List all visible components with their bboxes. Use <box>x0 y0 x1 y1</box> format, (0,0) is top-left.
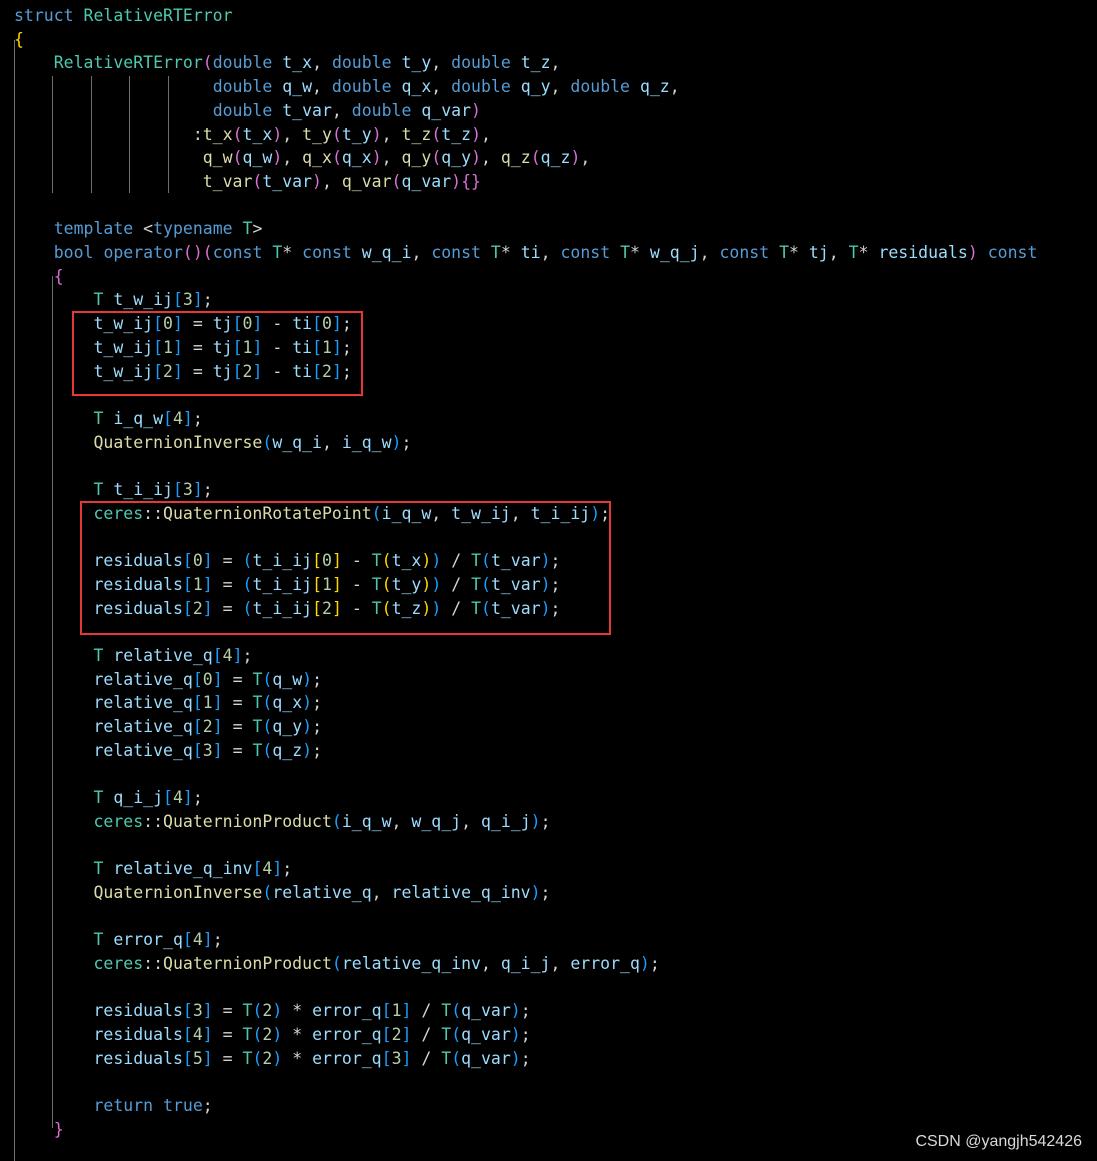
highlight-box-residuals <box>80 501 611 635</box>
code-editor[interactable]: struct RelativeRTError { RelativeRTError(… <box>0 0 1097 1161</box>
code-line: t_var(t_var), q_var(q_var){} <box>202 171 481 191</box>
code-line: relative_q[1] = T(q_x); <box>93 693 323 713</box>
highlight-box-translation <box>72 311 363 396</box>
code-line: struct RelativeRTError <box>14 6 233 25</box>
code-line: template <typename T> <box>53 219 263 239</box>
code-line: T t_i_ij[3]; <box>93 480 213 499</box>
code-line: QuaternionInverse(w_q_i, i_q_w); <box>93 432 412 452</box>
code-line: :t_x(t_x), t_y(t_y), t_z(t_z), <box>192 124 491 144</box>
code-line: residuals[5] = T(2) * error_q[3] / T(q_v… <box>93 1048 531 1068</box>
code-line: T error_q[4]; <box>93 930 223 950</box>
code-line: ceres::QuaternionProduct(i_q_w, w_q_j, q… <box>93 811 551 831</box>
code-line: relative_q[0] = T(q_w); <box>93 669 323 689</box>
code-line: { <box>14 29 24 49</box>
code-line: T t_w_ij[3]; <box>93 290 213 310</box>
code-line: { <box>53 266 64 286</box>
code-line: QuaternionInverse(relative_q, relative_q… <box>93 882 551 902</box>
watermark: CSDN @yangjh542426 <box>915 1133 1082 1150</box>
code-line: bool operator()(const T* const w_q_i, co… <box>53 243 1038 262</box>
code-line: } <box>53 1119 64 1139</box>
code-line: T i_q_w[4]; <box>93 408 203 428</box>
code-line: relative_q[2] = T(q_y); <box>93 717 323 736</box>
code-line: double t_var, double q_var) <box>212 100 481 120</box>
code-line: double q_w, double q_x, double q_y, doub… <box>212 77 680 97</box>
code-line: T relative_q[4]; <box>93 645 253 665</box>
code-line: return true; <box>93 1096 213 1116</box>
code-line: residuals[3] = T(2) * error_q[1] / T(q_v… <box>93 1001 531 1021</box>
code-line: ceres::QuaternionProduct(relative_q_inv,… <box>93 954 660 973</box>
code-line: q_w(q_w), q_x(q_x), q_y(q_y), q_z(q_z), <box>202 148 591 168</box>
code-line: T relative_q_inv[4]; <box>93 859 293 879</box>
code-line: RelativeRTError(double t_x, double t_y, … <box>53 53 561 73</box>
code-line: residuals[4] = T(2) * error_q[2] / T(q_v… <box>93 1025 531 1045</box>
code-line: relative_q[3] = T(q_z); <box>93 740 323 760</box>
code-line: T q_i_j[4]; <box>93 788 203 808</box>
